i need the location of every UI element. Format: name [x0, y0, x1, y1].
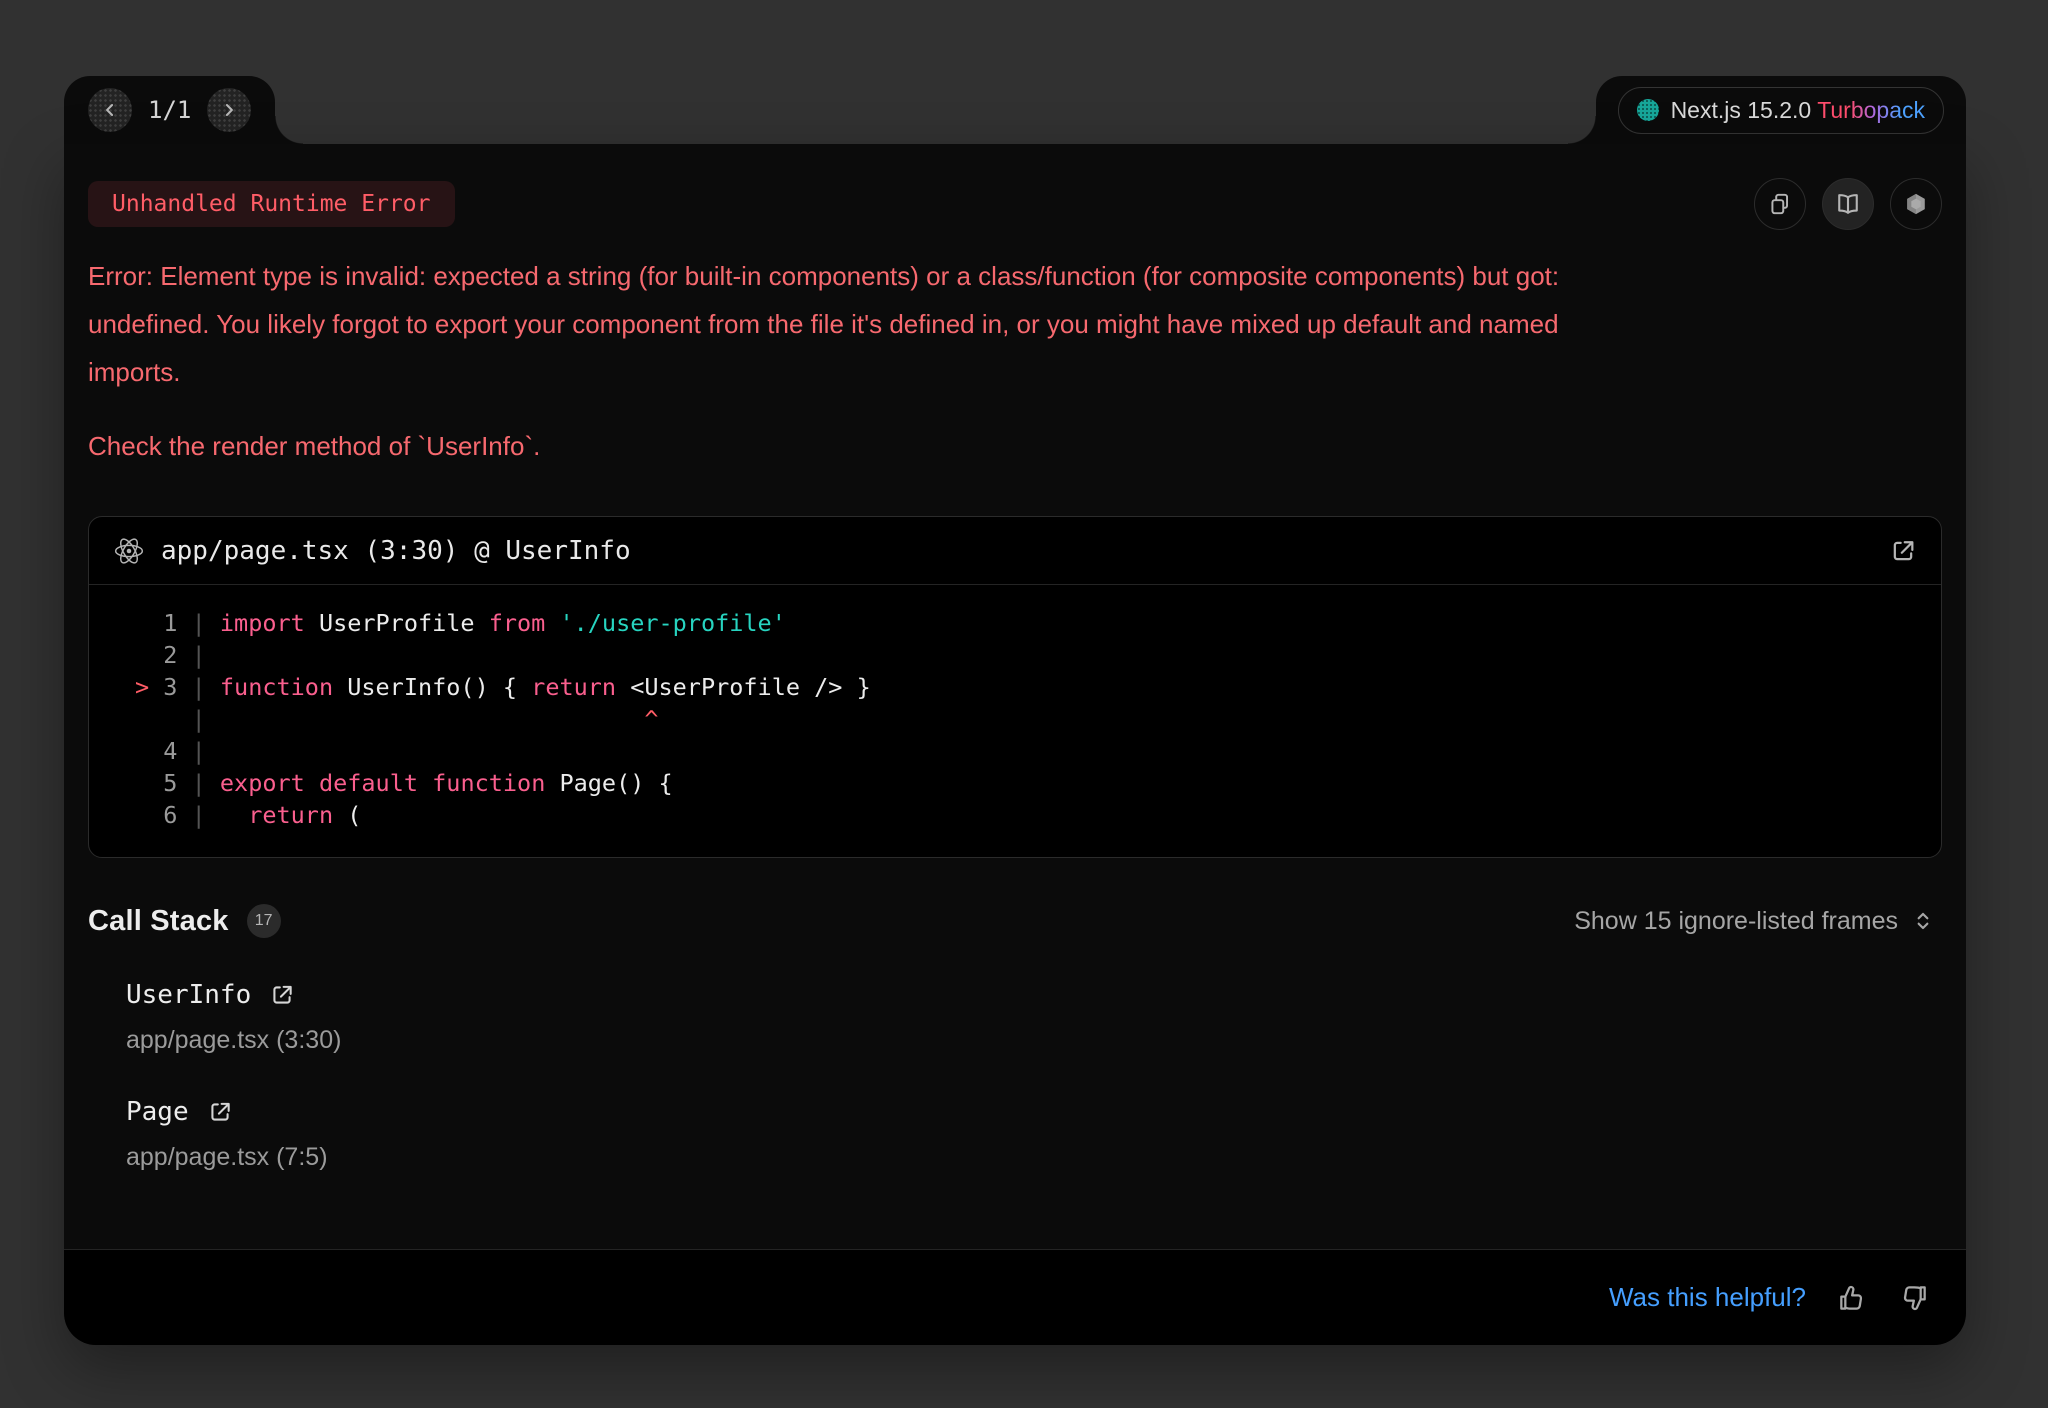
open-in-editor-button[interactable]	[1889, 537, 1917, 565]
toggle-label: Show 15 ignore-listed frames	[1574, 907, 1898, 936]
react-logo-icon	[113, 535, 145, 567]
code-line: 6 | return (	[135, 799, 1917, 831]
chevron-left-icon	[100, 100, 120, 120]
code-line: 2 |	[135, 639, 1917, 671]
frame-external-link-icon[interactable]	[269, 982, 295, 1008]
code-line: 4 |	[135, 735, 1917, 767]
turbopack-label: Turbopack	[1817, 97, 1925, 123]
call-stack-frame: UserInfo app/page.tsx (3:30)	[88, 980, 1942, 1055]
call-stack-title-wrap: Call Stack 17	[88, 904, 281, 938]
frame-location: app/page.tsx (3:30)	[126, 1026, 1942, 1055]
book-open-icon	[1834, 190, 1862, 218]
thumbs-down-button[interactable]	[1898, 1282, 1930, 1314]
runtime-button[interactable]	[1890, 178, 1942, 230]
error-type-badge: Unhandled Runtime Error	[88, 181, 455, 227]
error-dialog-content: Unhandled Runtime Error	[64, 144, 1966, 1249]
error-actions	[1754, 178, 1942, 230]
nextjs-error-overlay: 1/1 Next.js 15.2.0 Turbopack Unhandled R…	[0, 0, 2048, 1408]
thumbs-up-icon	[1836, 1282, 1868, 1314]
version-label: Next.js 15.2.0 Turbopack	[1671, 97, 1925, 124]
external-link-icon	[1889, 537, 1917, 565]
call-stack-count-badge: 17	[247, 904, 281, 938]
error-hint: Check the render method of `UserInfo`.	[88, 422, 1942, 470]
code-line: 1 | import UserProfile from './user-prof…	[135, 607, 1917, 639]
code-line: 5 | export default function Page() {	[135, 767, 1917, 799]
frame-function-name: Page	[126, 1097, 189, 1127]
thumbs-down-icon	[1898, 1282, 1930, 1314]
nodejs-hexagon-icon	[1903, 191, 1929, 217]
frame-external-link-icon[interactable]	[207, 1099, 233, 1125]
show-ignored-frames-toggle[interactable]: Show 15 ignore-listed frames	[1568, 906, 1942, 937]
error-description: Error: Element type is invalid: expected…	[88, 252, 1942, 396]
error-pagination-count: 1/1	[148, 96, 191, 124]
call-stack-header: Call Stack 17 Show 15 ignore-listed fram…	[88, 904, 1942, 938]
previous-error-button[interactable]	[88, 88, 132, 132]
error-header-row: Unhandled Runtime Error	[88, 178, 1942, 230]
call-stack-frames: UserInfo app/page.tsx (3:30) Page app/page.…	[88, 938, 1942, 1172]
code-block: 1 | import UserProfile from './user-prof…	[89, 585, 1941, 857]
copy-icon	[1767, 191, 1793, 217]
code-line: > 3 | function UserInfo() { return <User…	[135, 671, 1917, 703]
frame-function-name: UserInfo	[126, 980, 251, 1010]
next-error-button[interactable]	[207, 88, 251, 132]
code-frame-file-label: app/page.tsx (3:30) @ UserInfo	[161, 536, 1873, 566]
feedback-label: Was this helpful?	[1609, 1282, 1806, 1313]
error-dialog: Unhandled Runtime Error	[64, 144, 1966, 1345]
overlay-nav: 1/1 Next.js 15.2.0 Turbopack	[64, 76, 1966, 144]
chevrons-up-down-icon	[1910, 908, 1936, 934]
thumbs-up-button[interactable]	[1836, 1282, 1868, 1314]
code-frame: app/page.tsx (3:30) @ UserInfo 1 | impor…	[88, 516, 1942, 858]
call-stack-frame: Page app/page.tsx (7:5)	[88, 1097, 1942, 1172]
chevron-right-icon	[219, 100, 239, 120]
code-frame-header: app/page.tsx (3:30) @ UserInfo	[89, 517, 1941, 585]
frame-title-row: Page	[126, 1097, 1942, 1127]
version-tab: Next.js 15.2.0 Turbopack	[1596, 76, 1966, 144]
frame-title-row: UserInfo	[126, 980, 1942, 1010]
version-status-dot-icon	[1637, 99, 1659, 121]
docs-button[interactable]	[1822, 178, 1874, 230]
frame-location: app/page.tsx (7:5)	[126, 1143, 1942, 1172]
copy-error-button[interactable]	[1754, 178, 1806, 230]
nextjs-version-badge[interactable]: Next.js 15.2.0 Turbopack	[1618, 87, 1944, 134]
call-stack-title: Call Stack	[88, 905, 229, 938]
overlay-footer: Was this helpful?	[64, 1249, 1966, 1345]
code-line: | ^	[135, 703, 1917, 735]
error-pagination-tab: 1/1	[64, 76, 275, 144]
